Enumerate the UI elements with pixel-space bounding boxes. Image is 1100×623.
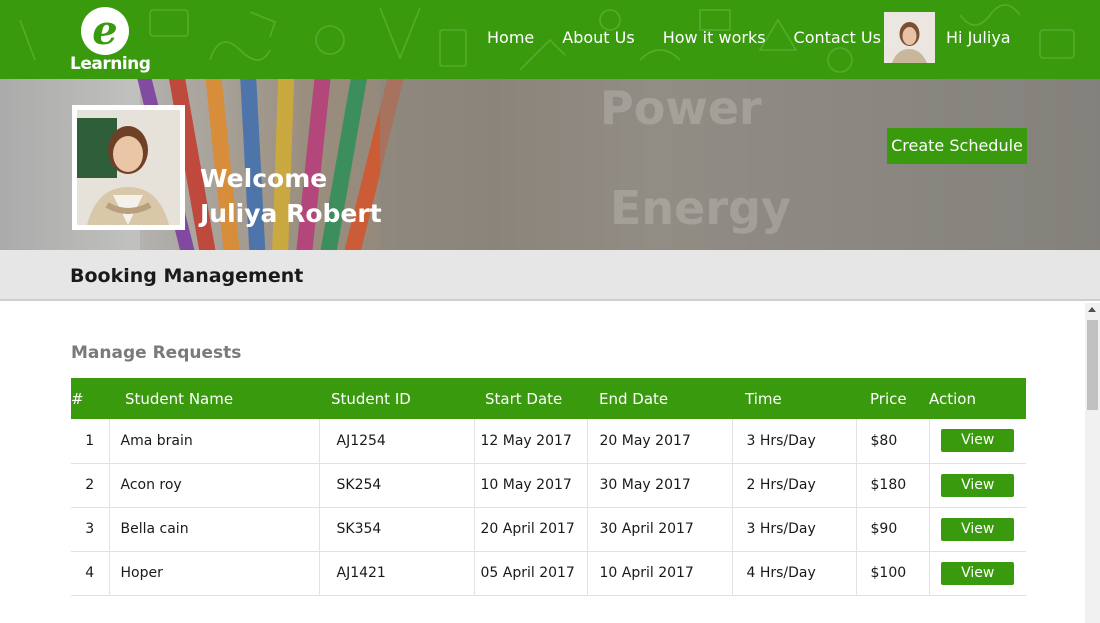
cell-student-name: Ama brain xyxy=(109,419,320,464)
cell-student-name: Hoper xyxy=(109,551,320,596)
cell-number: 3 xyxy=(71,507,110,552)
cell-price: $80 xyxy=(856,419,930,464)
column-header-action: Action xyxy=(929,389,976,408)
column-header-student-id: Student ID xyxy=(331,389,411,408)
cell-number: 2 xyxy=(71,463,110,508)
logo-e-icon: e xyxy=(81,7,129,55)
view-button[interactable]: View xyxy=(941,517,1015,541)
section-header-bar: Booking Management xyxy=(0,250,1100,301)
cell-student-id: SK354 xyxy=(319,507,475,552)
cell-time: 4 Hrs/Day xyxy=(732,551,857,596)
welcome-banner: Power Energy Welcome Juliya Robert Creat… xyxy=(0,79,1100,250)
elearning-logo[interactable]: e Learning xyxy=(68,6,151,74)
column-header-price: Price xyxy=(870,389,907,408)
profile-photo xyxy=(77,110,180,225)
nav-contact-us[interactable]: Contact Us xyxy=(794,28,881,47)
page-title: Booking Management xyxy=(70,265,304,287)
user-menu[interactable]: Hi Juliya xyxy=(884,12,1011,63)
cell-number: 4 xyxy=(71,551,110,596)
profile-photo-frame xyxy=(72,105,185,230)
manage-requests-title: Manage Requests xyxy=(71,343,242,363)
cell-student-name: Acon roy xyxy=(109,463,320,508)
welcome-line: Welcome xyxy=(200,164,328,193)
scrollbar-thumb[interactable] xyxy=(1087,320,1098,410)
table-row: 2 Acon roy SK254 10 May 2017 30 May 2017… xyxy=(71,463,1026,508)
cell-number: 1 xyxy=(71,419,110,464)
nav-about-us[interactable]: About Us xyxy=(562,28,634,47)
cell-end-date: 30 May 2017 xyxy=(587,463,733,508)
table-header-row: # Student Name Student ID Start Date End… xyxy=(71,378,1026,419)
table-row: 3 Bella cain SK354 20 April 2017 30 Apri… xyxy=(71,507,1026,552)
cell-end-date: 10 April 2017 xyxy=(587,551,733,596)
cell-price: $100 xyxy=(856,551,930,596)
main-nav: Home About Us How it works Contact Us xyxy=(487,28,909,47)
view-button[interactable]: View xyxy=(941,473,1015,497)
view-button[interactable]: View xyxy=(941,429,1015,453)
cell-action: View xyxy=(929,463,1026,508)
cell-start-date: 10 May 2017 xyxy=(474,463,588,508)
cell-student-name: Bella cain xyxy=(109,507,320,552)
logo-text: Learning xyxy=(70,54,151,74)
cell-time: 2 Hrs/Day xyxy=(732,463,857,508)
cell-action: View xyxy=(929,419,1026,464)
nav-home[interactable]: Home xyxy=(487,28,534,47)
user-greeting: Hi Juliya xyxy=(946,28,1011,47)
cell-end-date: 20 May 2017 xyxy=(587,419,733,464)
vertical-scrollbar[interactable] xyxy=(1085,303,1100,623)
cell-time: 3 Hrs/Day xyxy=(732,419,857,464)
nav-how-it-works[interactable]: How it works xyxy=(663,28,766,47)
create-schedule-button[interactable]: Create Schedule xyxy=(887,128,1027,164)
column-header-student-name: Student Name xyxy=(125,389,234,408)
column-header-start-date: Start Date xyxy=(485,389,563,408)
welcome-user-name: Juliya Robert xyxy=(200,199,382,228)
column-header-end-date: End Date xyxy=(599,389,669,408)
cell-start-date: 20 April 2017 xyxy=(474,507,588,552)
svg-text:e: e xyxy=(92,7,117,54)
table-row: 1 Ama brain AJ1254 12 May 2017 20 May 20… xyxy=(71,419,1026,464)
cell-student-id: SK254 xyxy=(319,463,475,508)
cell-price: $180 xyxy=(856,463,930,508)
requests-table: # Student Name Student ID Start Date End… xyxy=(71,378,1026,596)
cell-start-date: 12 May 2017 xyxy=(474,419,588,464)
cell-price: $90 xyxy=(856,507,930,552)
top-header: e Learning Home About Us How it works Co… xyxy=(0,0,1100,79)
column-header-number: # xyxy=(71,389,84,408)
cell-action: View xyxy=(929,507,1026,552)
scroll-up-arrow-icon[interactable] xyxy=(1088,307,1096,312)
cell-time: 3 Hrs/Day xyxy=(732,507,857,552)
cell-end-date: 30 April 2017 xyxy=(587,507,733,552)
user-avatar[interactable] xyxy=(884,12,935,63)
view-button[interactable]: View xyxy=(941,561,1015,585)
column-header-time: Time xyxy=(745,389,782,408)
table-row: 4 Hoper AJ1421 05 April 2017 10 April 20… xyxy=(71,551,1026,596)
main-content: Manage Requests # Student Name Student I… xyxy=(0,303,1085,623)
cell-student-id: AJ1254 xyxy=(319,419,475,464)
svg-text:Energy: Energy xyxy=(610,181,791,235)
svg-text:Power: Power xyxy=(600,81,762,135)
cell-action: View xyxy=(929,551,1026,596)
cell-start-date: 05 April 2017 xyxy=(474,551,588,596)
welcome-text: Welcome Juliya Robert xyxy=(200,161,382,231)
cell-student-id: AJ1421 xyxy=(319,551,475,596)
